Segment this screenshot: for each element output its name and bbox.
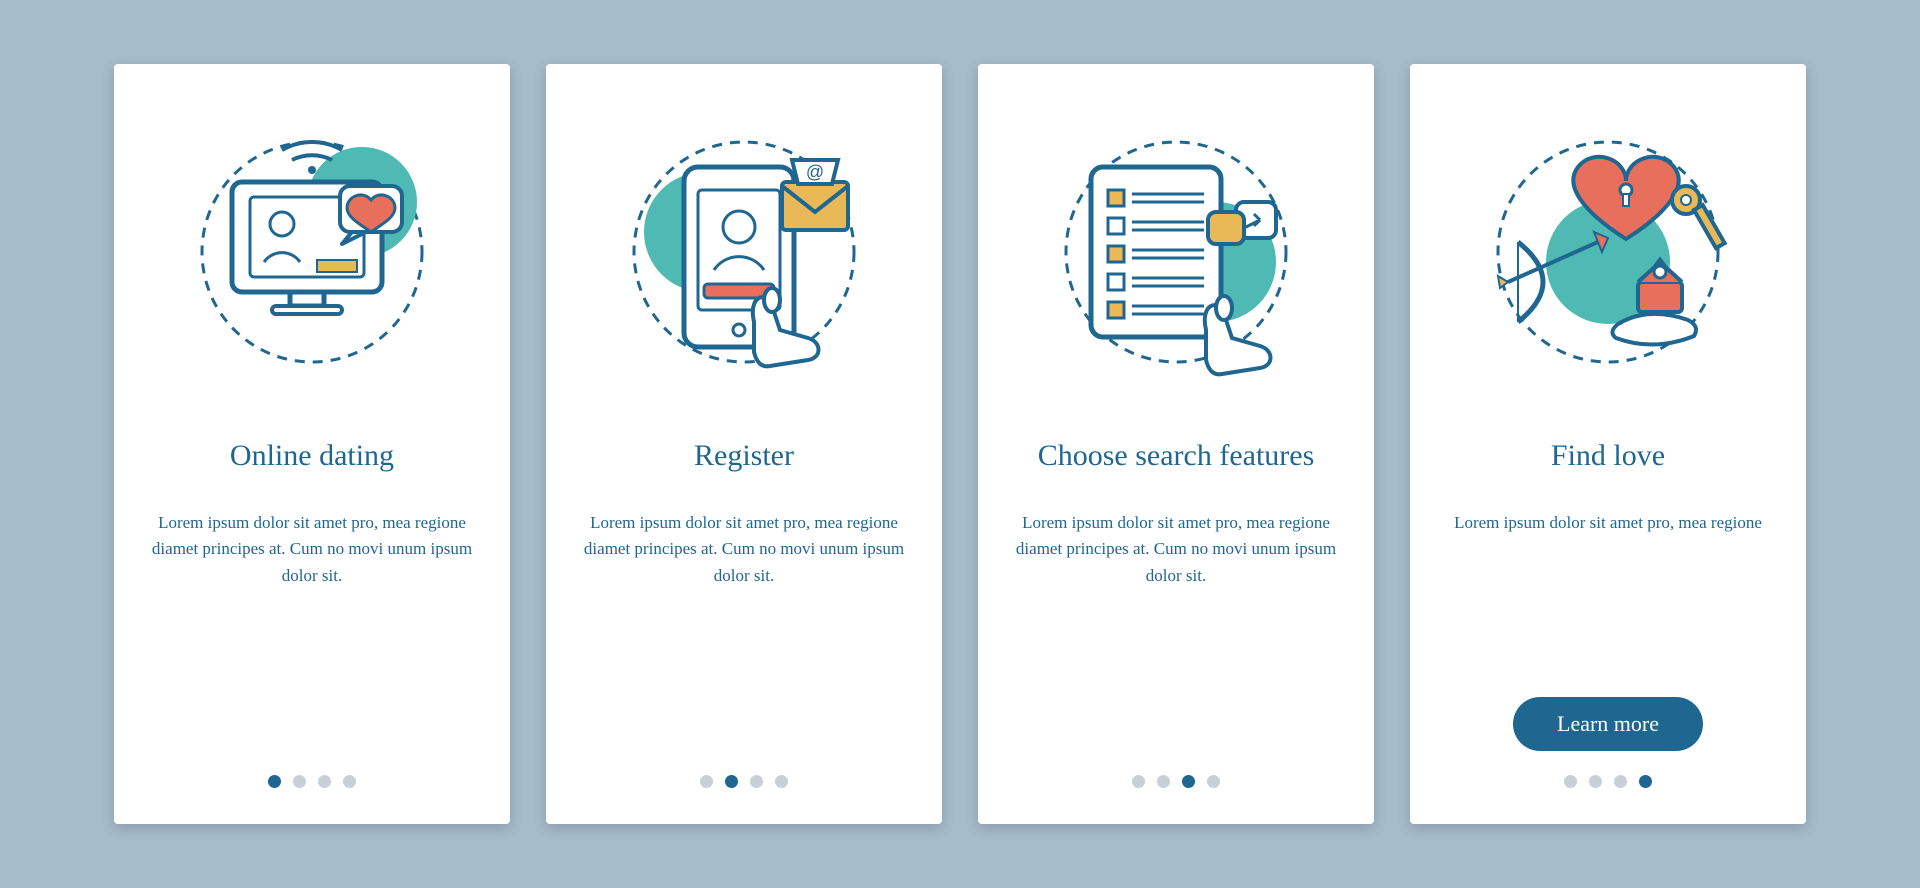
dot-1[interactable] — [700, 775, 713, 788]
card-body: Lorem ipsum dolor sit amet pro, mea regi… — [150, 510, 474, 775]
card-find-love: Find love Lorem ipsum dolor sit amet pro… — [1410, 64, 1806, 824]
dot-2[interactable] — [1589, 775, 1602, 788]
dot-3[interactable] — [1182, 775, 1195, 788]
dot-3[interactable] — [750, 775, 763, 788]
card-choose-search: Choose search features Lorem ipsum dolor… — [978, 64, 1374, 824]
pagination-dots — [1564, 775, 1652, 794]
onboarding-cards: Online dating Lorem ipsum dolor sit amet… — [114, 64, 1806, 824]
dot-1[interactable] — [1564, 775, 1577, 788]
dot-2[interactable] — [725, 775, 738, 788]
find-love-icon — [1468, 112, 1748, 392]
dot-1[interactable] — [268, 775, 281, 788]
register-icon: @ — [604, 112, 884, 392]
pagination-dots — [1132, 775, 1220, 794]
dot-2[interactable] — [293, 775, 306, 788]
dot-3[interactable] — [1614, 775, 1627, 788]
dot-4[interactable] — [343, 775, 356, 788]
dot-2[interactable] — [1157, 775, 1170, 788]
search-features-icon — [1036, 112, 1316, 392]
card-online-dating: Online dating Lorem ipsum dolor sit amet… — [114, 64, 510, 824]
card-title: Find love — [1551, 420, 1665, 492]
dot-3[interactable] — [318, 775, 331, 788]
svg-text:@: @ — [806, 162, 824, 182]
online-dating-icon — [172, 112, 452, 392]
card-body: Lorem ipsum dolor sit amet pro, mea regi… — [582, 510, 906, 775]
dot-4[interactable] — [1207, 775, 1220, 788]
card-body: Lorem ipsum dolor sit amet pro, mea regi… — [1454, 510, 1762, 685]
dot-1[interactable] — [1132, 775, 1145, 788]
card-title: Online dating — [230, 420, 394, 492]
dot-4[interactable] — [775, 775, 788, 788]
card-register: @ Register Lorem ipsum dolor sit amet pr… — [546, 64, 942, 824]
learn-more-button[interactable]: Learn more — [1513, 697, 1703, 751]
pagination-dots — [700, 775, 788, 794]
card-title: Choose search features — [1038, 420, 1315, 492]
card-title: Register — [694, 420, 794, 492]
card-body: Lorem ipsum dolor sit amet pro, mea regi… — [1014, 510, 1338, 775]
dot-4[interactable] — [1639, 775, 1652, 788]
pagination-dots — [268, 775, 356, 794]
